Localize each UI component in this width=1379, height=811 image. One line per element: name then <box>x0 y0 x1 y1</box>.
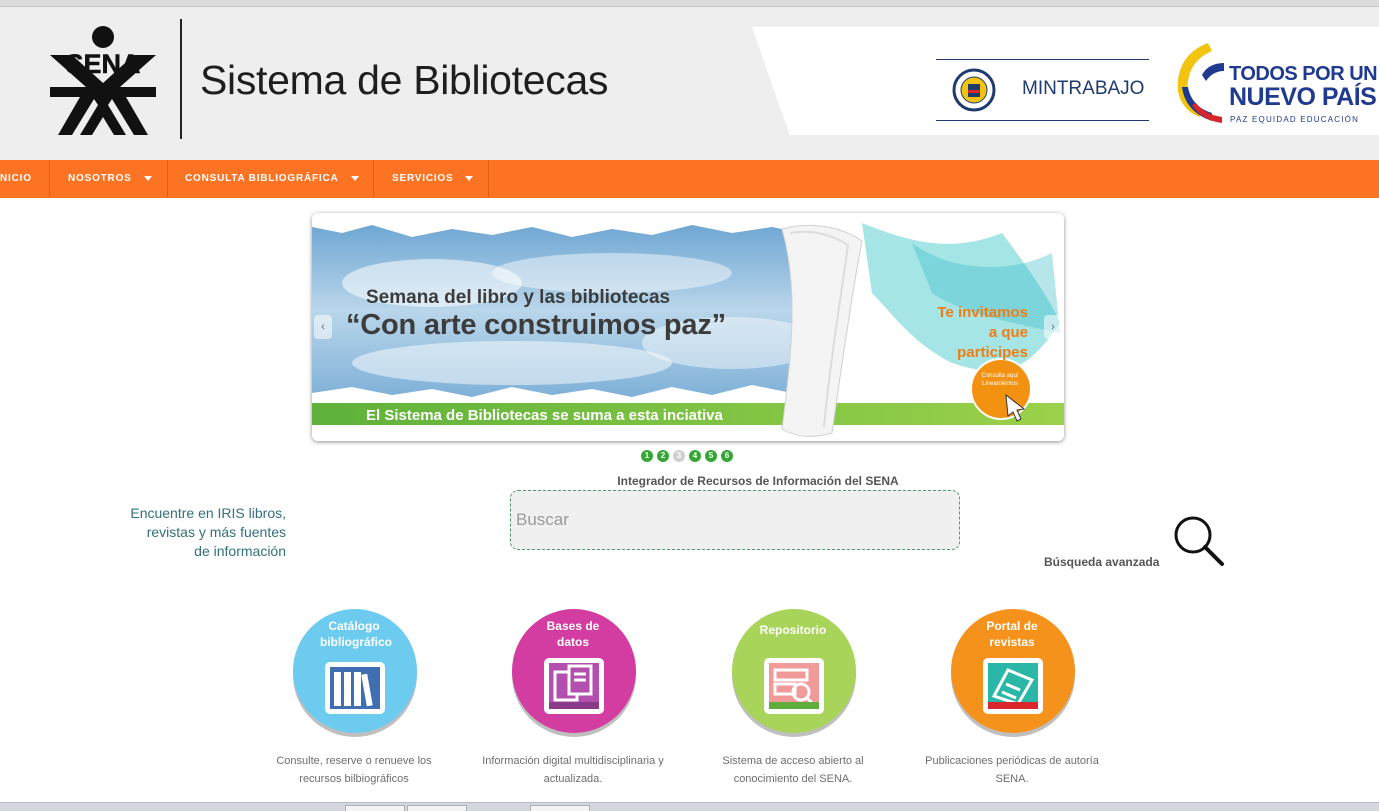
banner-cta-button[interactable]: Consulta aquí Lineamientos <box>974 372 1026 388</box>
carousel-dot[interactable]: 4 <box>689 450 701 462</box>
catalog-title: Catálogo bibliográfico <box>320 619 392 649</box>
banner-headline: Semana del libro y las bibliotecas <box>366 287 671 308</box>
bottom-tab[interactable] <box>407 805 467 811</box>
repository-title: Repositorio <box>759 623 827 637</box>
carousel-dot-active[interactable]: 3 <box>673 450 685 462</box>
carousel-dot[interactable]: 5 <box>705 450 717 462</box>
carousel-banner[interactable]: Semana del libro y las bibliotecas “Con … <box>312 213 1064 441</box>
nav-consulta-bibliografica[interactable]: CONSULTA BIBLIOGRÁFICA <box>185 160 359 198</box>
carousel-dot[interactable]: 2 <box>657 450 669 462</box>
browser-bottom-bar <box>0 802 1379 811</box>
page: SENA Sistema de Bibliotecas MINTRABAJO T… <box>0 0 1379 811</box>
banner-invite: Te invitamos a que participes <box>937 304 1028 361</box>
site-title: Sistema de Bibliotecas <box>200 57 609 103</box>
carousel-dot[interactable]: 1 <box>641 450 653 462</box>
banner-footer-text: El Sistema de Bibliotecas se suma a esta… <box>366 407 723 424</box>
repository-description: Sistema de acceso abierto al conocimient… <box>722 755 864 785</box>
caret-down-icon <box>143 175 152 181</box>
search-input[interactable] <box>510 490 960 550</box>
iris-caption: Encuentre en IRIS libros, revistas y más… <box>130 505 286 559</box>
magazines-description: Publicaciones periódicas de autoría SENA… <box>925 755 1099 785</box>
browser-top-strip <box>0 0 1379 7</box>
catalog-description: Consulte, reserve o renueve los recursos… <box>276 755 432 785</box>
magazines-title: Portal de revistas <box>986 619 1038 649</box>
nav-inicio[interactable]: NICIO <box>0 160 32 198</box>
banner-slogan: “Con arte construimos paz” <box>346 309 726 341</box>
todos-por-un-nuevo-pais-icon <box>1177 43 1224 123</box>
logo-divider <box>180 19 182 139</box>
nav-servicios-label: SERVICIOS <box>392 173 454 184</box>
search-icon[interactable] <box>1172 514 1226 568</box>
carousel-next-button[interactable]: › <box>1044 315 1062 339</box>
coat-of-arms-icon <box>952 68 996 112</box>
nav-separator <box>49 160 50 198</box>
caret-down-icon <box>465 175 474 181</box>
campaign-tagline: PAZ EQUIDAD EDUCACIÓN <box>1230 115 1360 124</box>
bottom-tab[interactable] <box>530 805 590 811</box>
databases-title: Bases de datos <box>546 619 600 649</box>
ministry-label: MINTRABAJO <box>1022 78 1145 99</box>
sena-logo-icon[interactable]: SENA <box>44 25 162 143</box>
nav-nosotros-label: NOSOTROS <box>68 173 132 184</box>
carousel-dot[interactable]: 6 <box>721 450 733 462</box>
nav-inicio-label: NICIO <box>0 173 32 184</box>
nav-separator <box>373 160 374 198</box>
nav-separator <box>167 160 168 198</box>
ministry-logo[interactable]: MINTRABAJO <box>936 59 1149 121</box>
campaign-line2: NUEVO PAÍS <box>1229 83 1377 111</box>
nav-servicios[interactable]: SERVICIOS <box>392 160 474 198</box>
nav-nosotros[interactable]: NOSOTROS <box>68 160 152 198</box>
bottom-tab[interactable] <box>345 805 405 811</box>
site-header: SENA Sistema de Bibliotecas MINTRABAJO T… <box>0 7 1379 160</box>
search-label: Integrador de Recursos de Información de… <box>617 474 899 488</box>
caret-down-icon <box>350 175 359 181</box>
advanced-search-link[interactable]: Búsqueda avanzada <box>1044 555 1159 569</box>
main-navbar: NICIO NOSOTROS CONSULTA BIBLIOGRÁFICA SE… <box>0 160 1379 198</box>
government-banner: MINTRABAJO TODOS POR UN NUEVO PAÍS PAZ E… <box>752 27 1379 135</box>
carousel-prev-button[interactable]: ‹ <box>314 315 332 339</box>
nav-separator <box>488 160 489 198</box>
nav-consulta-label: CONSULTA BIBLIOGRÁFICA <box>185 173 339 184</box>
databases-description: Información digital multidisciplinaria y… <box>482 755 664 785</box>
